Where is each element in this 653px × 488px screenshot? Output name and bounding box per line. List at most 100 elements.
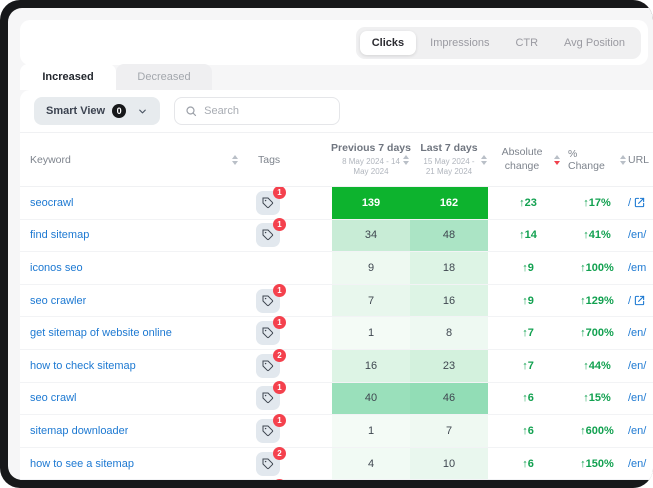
percent-change-cell: ↑41% [568, 220, 626, 252]
url-link[interactable]: /en/ [628, 327, 646, 339]
column-header-last-7-days[interactable]: Last 7 days 15 May 2024 - 21 May 2024 [410, 142, 488, 178]
search-box [174, 97, 340, 125]
keyword-link[interactable]: seo crawler [30, 295, 86, 307]
external-link-icon[interactable] [634, 295, 645, 306]
keyword-cell: iconos seo [20, 252, 238, 284]
tab-avg-position[interactable]: Avg Position [552, 31, 637, 55]
url-cell: /em [626, 252, 653, 284]
tag-icon [262, 360, 274, 372]
table-row: seo crawler 1 7 16 ↑9 ↑129% / [20, 285, 653, 318]
column-header-absolute-change[interactable]: Absolute change [488, 146, 568, 172]
table-row: how to check sitemap 2 16 23 ↑7 ↑44% /en… [20, 350, 653, 383]
table-row: seo crawl 1 40 46 ↑6 ↑15% /en/ [20, 383, 653, 416]
percent-change-cell: ↑600% [568, 415, 626, 447]
last-7-days-cell: 7 [410, 415, 488, 447]
keyword-cell: seo crawl [20, 383, 238, 415]
keyword-link[interactable]: find sitemap [30, 229, 89, 241]
column-header-keyword[interactable]: Keyword [20, 154, 238, 166]
last-7-days-cell: 162 [410, 187, 488, 219]
tab-decreased[interactable]: Decreased [116, 64, 212, 90]
url-link[interactable]: /en/ [628, 425, 646, 437]
absolute-change-cell: ↑14 [488, 220, 568, 252]
previous-7-days-cell: 139 [332, 187, 410, 219]
external-link-icon[interactable] [634, 197, 645, 208]
sort-icon[interactable] [481, 155, 487, 165]
tags-cell: 1 [238, 317, 332, 349]
url-link[interactable]: /en/ [628, 229, 646, 241]
tab-ctr[interactable]: CTR [503, 31, 550, 55]
url-link[interactable]: / [628, 197, 631, 209]
url-link[interactable]: /en/ [628, 392, 646, 404]
previous-7-days-cell: 4 [332, 448, 410, 480]
absolute-change-cell: ↑7 [488, 317, 568, 349]
keyword-cell: find sitemap [20, 220, 238, 252]
url-cell: /en/ [626, 220, 653, 252]
tag-button[interactable]: 1 [256, 289, 280, 313]
percent-change-cell: ↑44% [568, 350, 626, 382]
table-row: sitemap downloader 1 1 7 ↑6 ↑600% /en/ [20, 415, 653, 448]
column-header-percent-change[interactable]: % Change [568, 148, 626, 172]
last-7-days-cell: 10 [410, 448, 488, 480]
keyword-link[interactable]: how to check sitemap [30, 360, 136, 372]
url-link[interactable]: / [628, 295, 631, 307]
sort-icon-active-desc[interactable] [554, 155, 560, 165]
keyword-link[interactable]: sitemap downloader [30, 425, 128, 437]
last-7-days-cell: 23 [410, 350, 488, 382]
percent-change-cell: ↑150% [568, 448, 626, 480]
column-header-previous-7-days[interactable]: Previous 7 days 8 May 2024 - 14 May 2024 [332, 142, 410, 178]
tag-button[interactable]: 2 [256, 452, 280, 476]
url-cell: /en/ [626, 350, 653, 382]
tag-button[interactable]: 1 [256, 419, 280, 443]
tag-count-badge: 1 [273, 316, 286, 329]
percent-change-cell: ↑700% [568, 317, 626, 349]
absolute-change-cell: ↑6 [488, 415, 568, 447]
smart-view-dropdown[interactable]: Smart View 0 [34, 97, 160, 125]
absolute-change-cell: ↑9 [488, 285, 568, 317]
tags-cell: 2 [238, 350, 332, 382]
table-row: find sitemap 1 34 48 ↑14 ↑41% /en/ [20, 220, 653, 253]
tag-icon [262, 392, 274, 404]
keyword-link[interactable]: seocrawl [30, 197, 73, 209]
tag-button[interactable]: 1 [256, 223, 280, 247]
filter-bar: Smart View 0 [34, 97, 340, 125]
tag-icon [262, 458, 274, 470]
keyword-cell: how to check sitemap [20, 350, 238, 382]
tag-button[interactable]: 1 [256, 321, 280, 345]
tag-button[interactable]: 2 [256, 354, 280, 378]
tags-cell: 1 [238, 285, 332, 317]
tags-cell: 1 [238, 383, 332, 415]
tag-icon [262, 425, 274, 437]
tag-button[interactable]: 1 [256, 191, 280, 215]
absolute-change-cell: ↑6 [488, 448, 568, 480]
search-icon [185, 105, 197, 117]
column-header-url: URL [626, 154, 653, 166]
keyword-link[interactable]: seo crawl [30, 392, 76, 404]
keyword-link[interactable]: get sitemap of website online [30, 327, 172, 339]
tag-icon [262, 327, 274, 339]
tag-button[interactable]: 1 [256, 386, 280, 410]
tab-increased[interactable]: Increased [20, 64, 116, 90]
keyword-link[interactable]: iconos seo [30, 262, 83, 274]
tag-icon [262, 229, 274, 241]
url-link[interactable]: /en/ [628, 458, 646, 470]
absolute-change-cell: ↑6 [488, 383, 568, 415]
url-cell: /en/ [626, 415, 653, 447]
tags-cell: 2 [238, 448, 332, 480]
percent-change-cell: ↑129% [568, 285, 626, 317]
previous-7-days-cell: 16 [332, 350, 410, 382]
tab-clicks[interactable]: Clicks [360, 31, 416, 55]
keyword-link[interactable]: how to see a sitemap [30, 458, 134, 470]
smart-view-count-badge: 0 [112, 104, 126, 118]
keyword-cell: seo crawler [20, 285, 238, 317]
keyword-cell: get sitemap of website online [20, 317, 238, 349]
url-link[interactable]: /en/ [628, 360, 646, 372]
search-input[interactable] [204, 105, 329, 117]
sort-icon[interactable] [403, 155, 409, 165]
tag-icon [262, 197, 274, 209]
table-row: get sitemap of website online 1 1 8 ↑7 ↑… [20, 317, 653, 350]
tab-impressions[interactable]: Impressions [418, 31, 501, 55]
url-cell: /en/ [626, 448, 653, 480]
main-panel: Smart View 0 Keyword [20, 90, 653, 480]
url-link[interactable]: /em [628, 262, 646, 274]
tag-count-badge: 2 [273, 349, 286, 362]
